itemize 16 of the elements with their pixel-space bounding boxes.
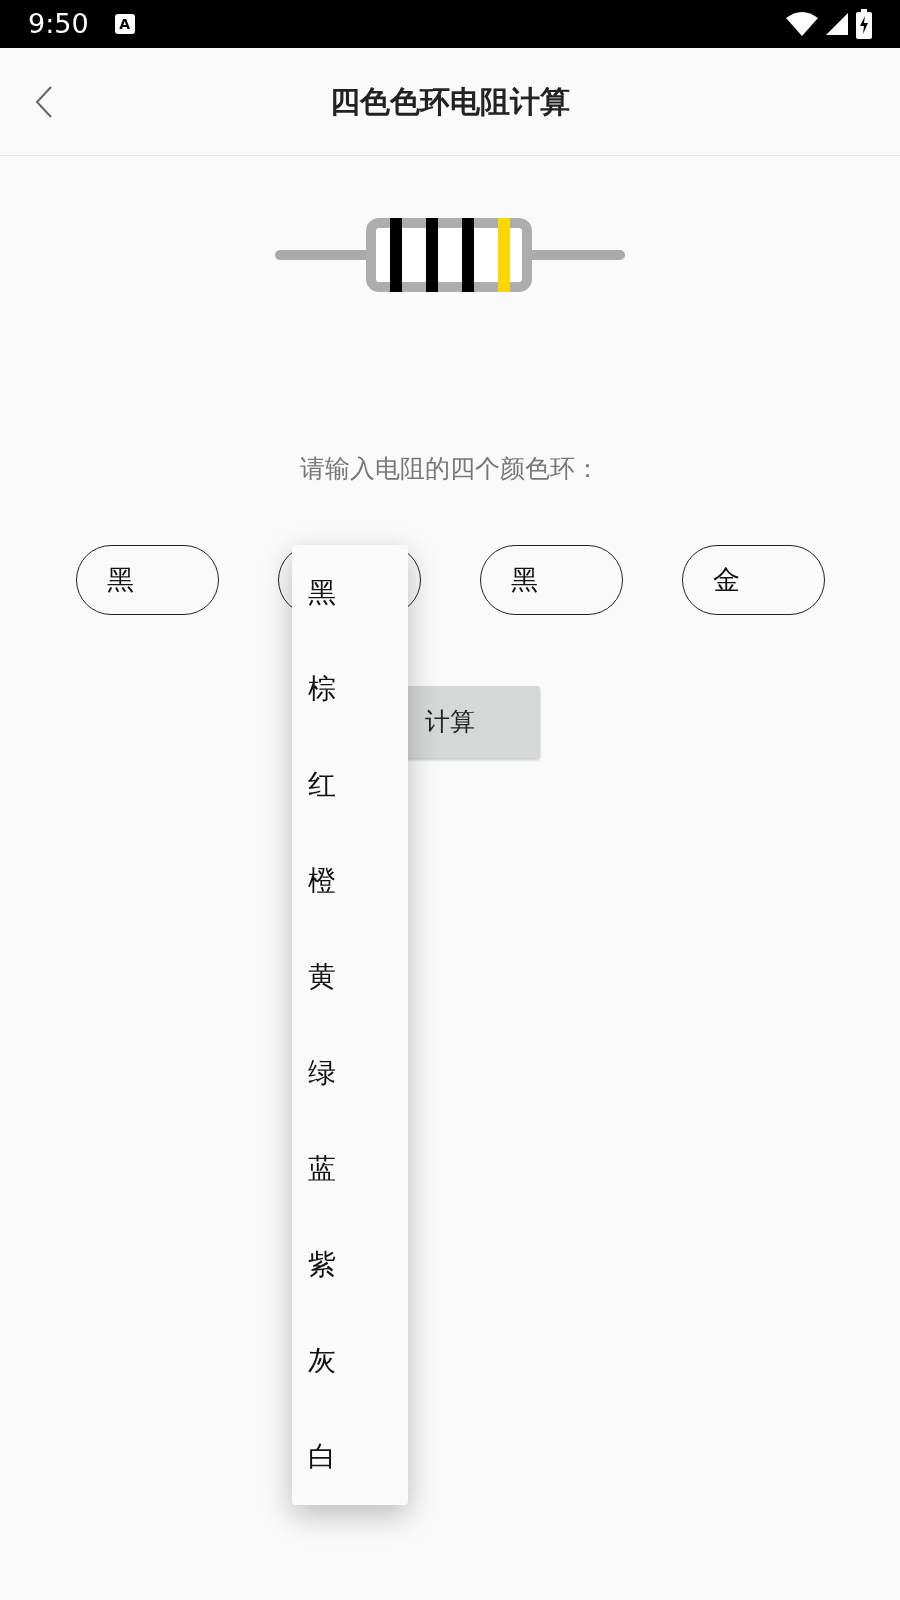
signal-icon [826,13,848,35]
battery-icon [856,9,872,39]
back-icon[interactable] [34,86,54,118]
dropdown-option[interactable]: 白 [291,1409,408,1505]
notification-icon: A [114,14,135,34]
dropdown-option[interactable]: 黑 [291,545,408,641]
dropdown-option[interactable]: 紫 [291,1217,408,1313]
prompt-text: 请输入电阻的四个颜色环： [299,453,601,485]
dropdown-option[interactable]: 绿 [291,1025,408,1121]
status-time: 9:50 [28,6,89,41]
dropdown-option[interactable]: 灰 [291,1313,408,1409]
wifi-icon [786,12,818,36]
dropdown-option[interactable]: 橙 [291,833,408,929]
dropdown-option[interactable]: 蓝 [291,1121,408,1217]
page-title: 四色色环电阻计算 [330,83,570,121]
dropdown-option[interactable]: 黄 [291,929,408,1025]
